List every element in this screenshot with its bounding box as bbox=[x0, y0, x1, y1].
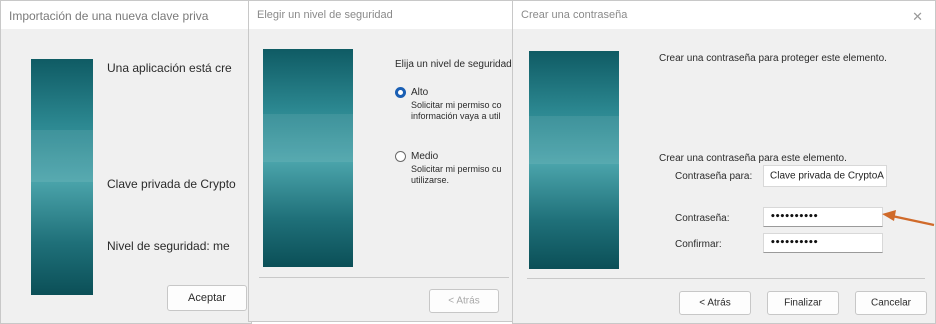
key-label: Clave privada de Crypto bbox=[107, 177, 236, 191]
option-medium-label: Medio bbox=[411, 151, 439, 162]
banner-image bbox=[529, 51, 619, 269]
title-bar: Crear una contraseña ✕ bbox=[513, 1, 935, 29]
security-level-text: Nivel de seguridad: me bbox=[107, 239, 230, 253]
arrow-pointer-icon bbox=[882, 210, 935, 227]
dialog-title: Elegir un nivel de seguridad bbox=[257, 9, 393, 21]
divider bbox=[527, 278, 925, 279]
banner-image bbox=[263, 49, 353, 267]
banner-image bbox=[31, 59, 93, 295]
back-button-label: < Atrás bbox=[699, 297, 731, 309]
security-level-dialog: Elegir un nivel de seguridad Elija un ni… bbox=[248, 0, 520, 322]
title-bar: Importación de una nueva clave priva bbox=[1, 1, 251, 29]
cancel-button-label: Cancelar bbox=[870, 297, 912, 309]
confirm-input[interactable]: •••••••••• bbox=[763, 233, 883, 253]
option-high-label: Alto bbox=[411, 87, 429, 98]
password-for-field: Clave privada de CryptoA bbox=[763, 165, 887, 187]
back-button-label: < Atrás bbox=[448, 295, 480, 307]
security-prompt: Elija un nivel de seguridad bbox=[395, 59, 512, 70]
password-for-label: Contraseña para: bbox=[675, 171, 753, 182]
back-button[interactable]: < Atrás bbox=[679, 291, 751, 315]
title-bar: Elegir un nivel de seguridad bbox=[249, 1, 519, 29]
confirm-value: •••••••••• bbox=[770, 238, 818, 248]
password-for-value: Clave privada de CryptoA bbox=[770, 170, 884, 182]
cancel-button[interactable]: Cancelar bbox=[855, 291, 927, 315]
option-medium-desc: Solicitar mi permiso cu bbox=[411, 164, 502, 174]
option-medium-desc2: utilizarse. bbox=[411, 175, 450, 185]
finish-button-label: Finalizar bbox=[784, 297, 822, 309]
create-password-dialog: Crear una contraseña ✕ Crear una contras… bbox=[512, 0, 936, 324]
password-input[interactable]: •••••••••• bbox=[763, 207, 883, 227]
dialog-title: Crear una contraseña bbox=[521, 9, 628, 21]
radio-high[interactable] bbox=[395, 87, 406, 98]
back-button[interactable]: < Atrás bbox=[429, 289, 499, 313]
finish-button[interactable]: Finalizar bbox=[767, 291, 839, 315]
password-value: •••••••••• bbox=[770, 212, 818, 222]
accept-button[interactable]: Aceptar bbox=[167, 285, 247, 311]
password-label: Contraseña: bbox=[675, 213, 730, 224]
intro-text: Crear una contraseña para proteger este … bbox=[659, 53, 887, 64]
dialog-title: Importación de una nueva clave priva bbox=[9, 9, 209, 23]
close-icon[interactable]: ✕ bbox=[912, 9, 923, 25]
import-key-dialog: Importación de una nueva clave priva Una… bbox=[0, 0, 252, 324]
screenshot-stage: Importación de una nueva clave priva Una… bbox=[0, 0, 936, 324]
option-high-desc2: información vaya a util bbox=[411, 111, 501, 121]
message-text: Una aplicación está cre bbox=[107, 61, 232, 75]
radio-medium[interactable] bbox=[395, 151, 406, 162]
accept-button-label: Aceptar bbox=[188, 292, 226, 304]
for-element-text: Crear una contraseña para este elemento. bbox=[659, 153, 847, 164]
confirm-label: Confirmar: bbox=[675, 239, 722, 250]
option-high-desc: Solicitar mi permiso co bbox=[411, 100, 502, 110]
divider bbox=[259, 277, 509, 278]
